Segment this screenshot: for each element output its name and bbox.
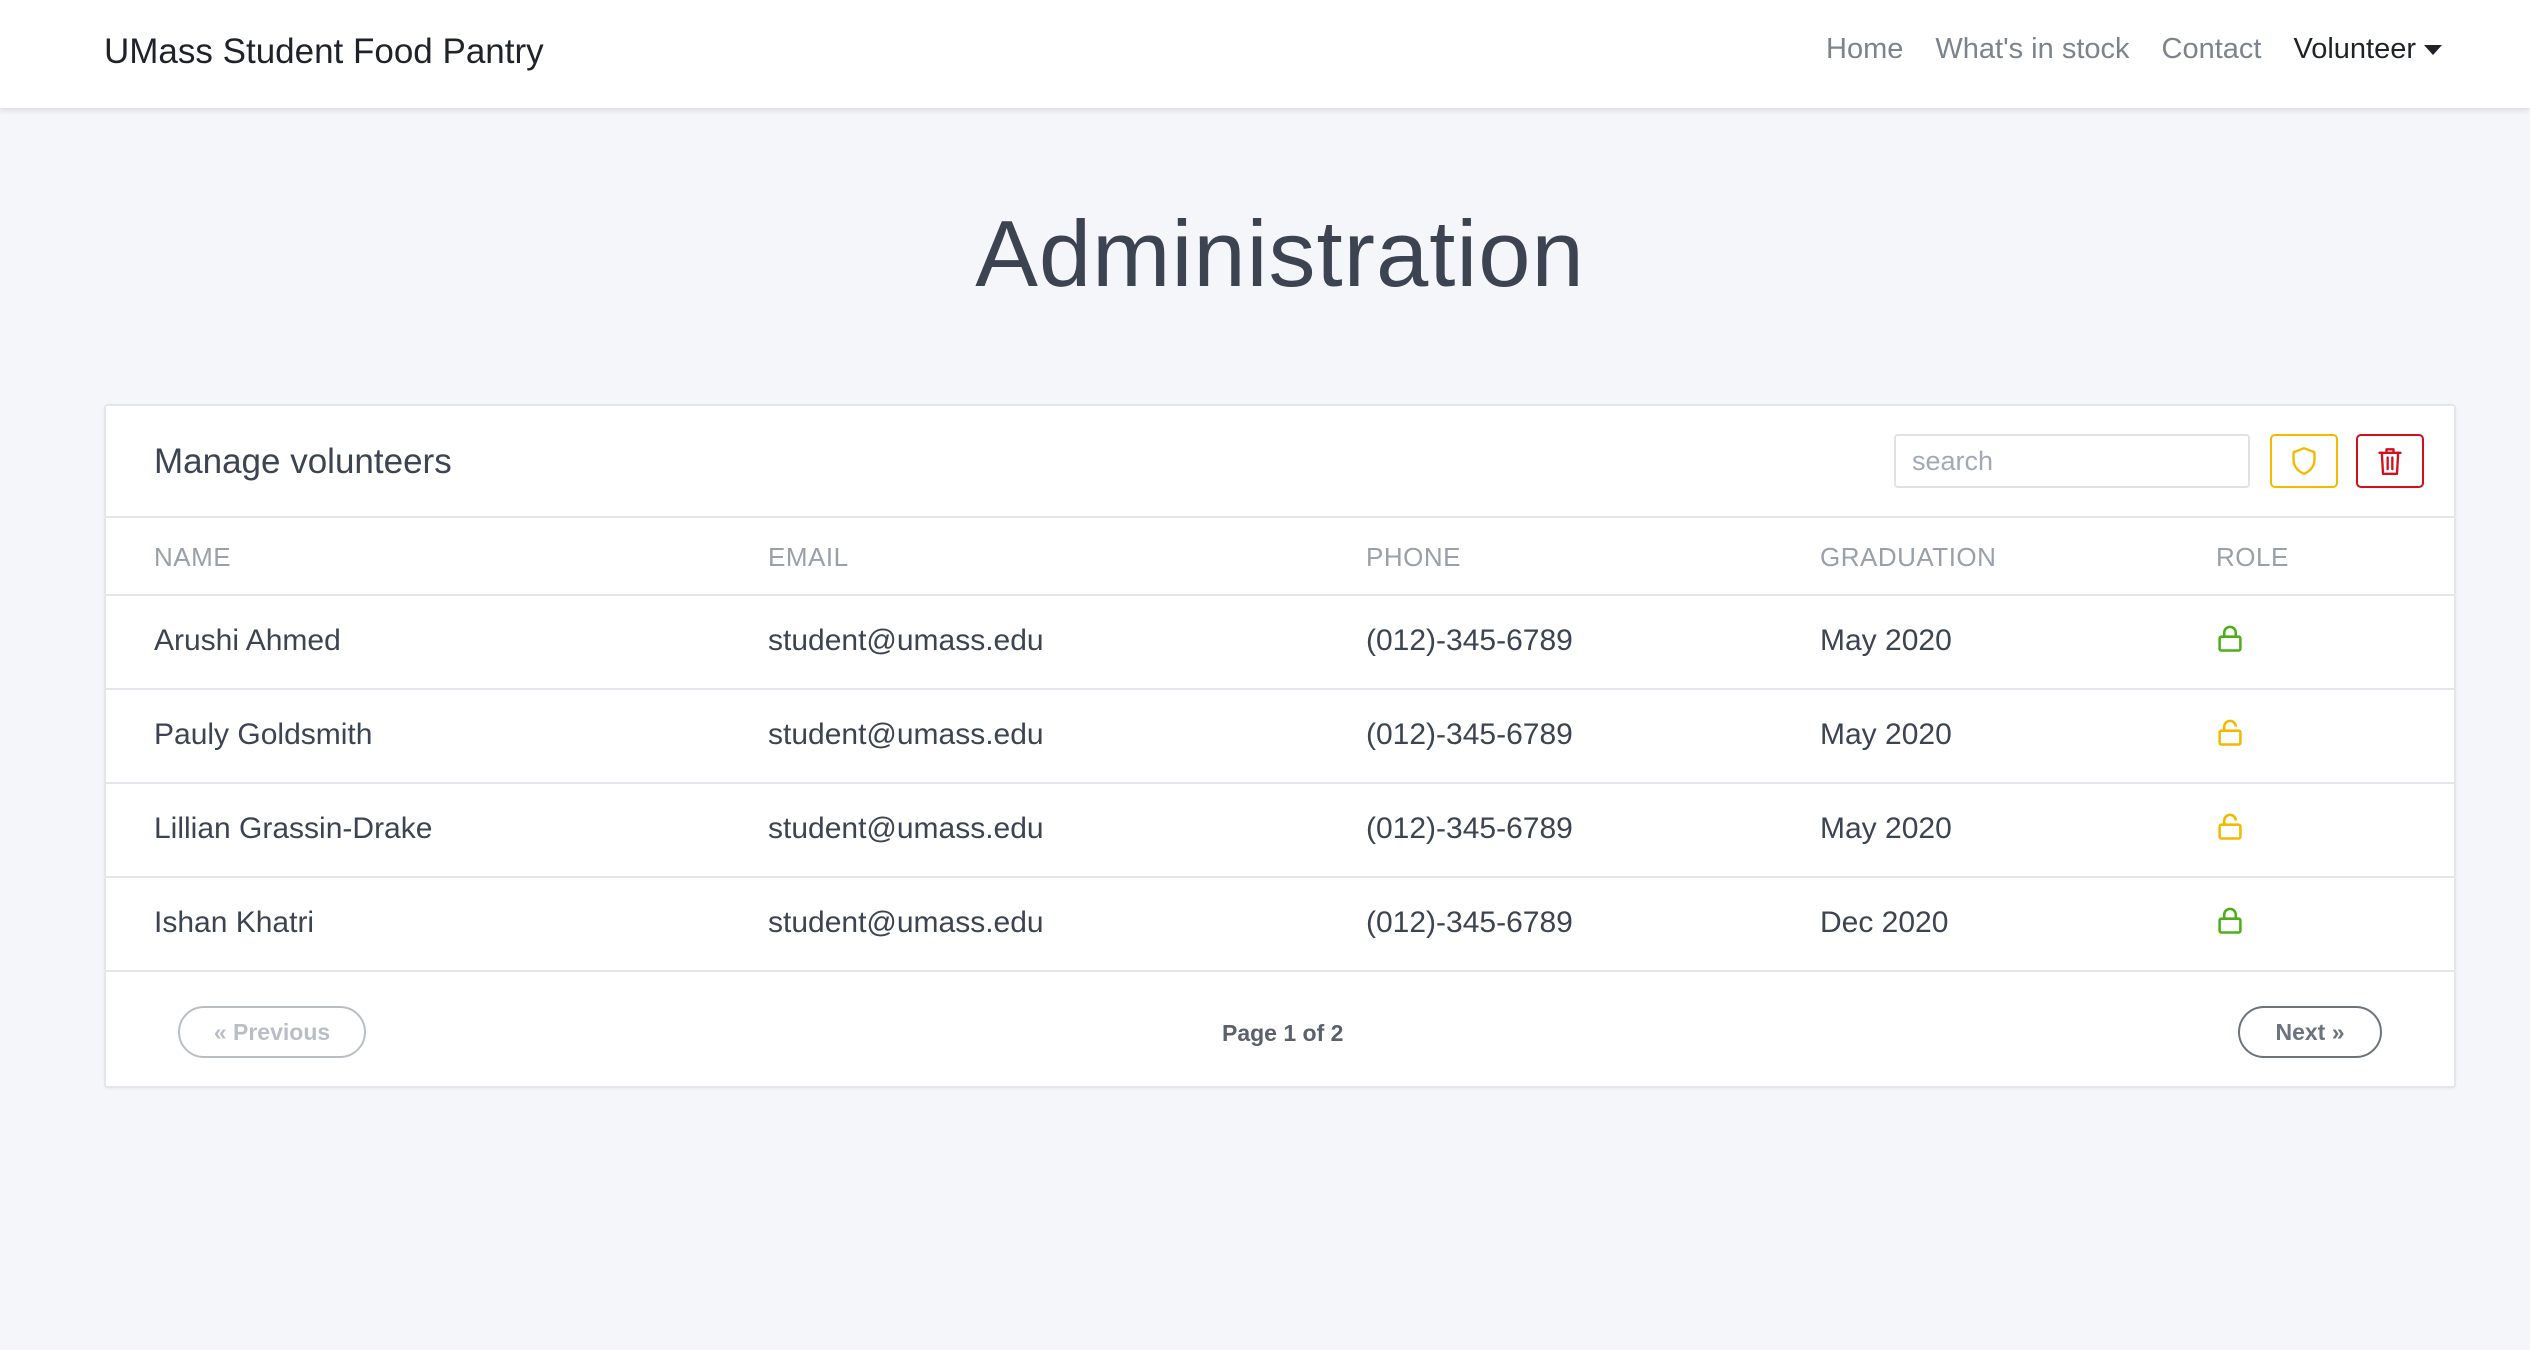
- shield-icon: [2292, 446, 2316, 475]
- table-row[interactable]: Ishan Khatri student@umass.edu (012)-345…: [106, 878, 2454, 972]
- pagination: « Previous Page 1 of 2 Next »: [106, 972, 2454, 1088]
- cell-graduation: May 2020: [1820, 624, 1952, 657]
- search-input[interactable]: [1896, 436, 2248, 486]
- cell-email: student@umass.edu: [768, 906, 1044, 939]
- cell-name: Ishan Khatri: [154, 906, 315, 939]
- column-header-role: ROLE: [2216, 542, 2289, 572]
- cell-phone: (012)-345-6789: [1366, 906, 1573, 939]
- cell-graduation: May 2020: [1820, 718, 1952, 751]
- cell-name: Pauly Goldsmith: [154, 718, 373, 751]
- cell-name: Lillian Grassin-Drake: [154, 812, 433, 845]
- nav-links: Home What's in stock Contact Volunteer: [1826, 33, 2442, 66]
- nav-stock-link[interactable]: What's in stock: [1935, 33, 2129, 66]
- card-title: Manage volunteers: [154, 442, 452, 481]
- table-header: NAME EMAIL PHONE GRADUATION ROLE: [106, 520, 2454, 596]
- lock-icon[interactable]: [2216, 624, 2244, 659]
- cell-phone: (012)-345-6789: [1366, 718, 1573, 751]
- trash-icon: [2378, 448, 2402, 475]
- nav-volunteer-label: Volunteer: [2293, 33, 2416, 65]
- caret-down-icon: [2424, 45, 2442, 56]
- brand-link[interactable]: UMass Student Food Pantry: [104, 32, 544, 72]
- page-indicator: Page 1 of 2: [1222, 1020, 1344, 1046]
- next-page-button[interactable]: Next »: [2238, 1006, 2382, 1058]
- card-header: Manage volunteers: [106, 406, 2454, 518]
- navbar: UMass Student Food Pantry Home What's in…: [0, 0, 2530, 108]
- lock-icon[interactable]: [2216, 906, 2244, 941]
- cell-graduation: Dec 2020: [1820, 906, 1949, 939]
- unlock-icon[interactable]: [2216, 718, 2244, 753]
- column-header-graduation: GRADUATION: [1820, 542, 1997, 572]
- nav-volunteer-dropdown[interactable]: Volunteer: [2293, 33, 2442, 66]
- table-row[interactable]: Lillian Grassin-Drake student@umass.edu …: [106, 784, 2454, 878]
- column-header-phone: PHONE: [1366, 542, 1461, 572]
- cell-email: student@umass.edu: [768, 812, 1044, 845]
- table-row[interactable]: Pauly Goldsmith student@umass.edu (012)-…: [106, 690, 2454, 784]
- cell-email: student@umass.edu: [768, 718, 1044, 751]
- cell-phone: (012)-345-6789: [1366, 812, 1573, 845]
- table-body: Arushi Ahmed student@umass.edu (012)-345…: [106, 596, 2454, 972]
- previous-page-button[interactable]: « Previous: [178, 1006, 366, 1058]
- table-row[interactable]: Arushi Ahmed student@umass.edu (012)-345…: [106, 596, 2454, 690]
- column-header-email: EMAIL: [768, 542, 849, 572]
- cell-graduation: May 2020: [1820, 812, 1952, 845]
- cell-name: Arushi Ahmed: [154, 624, 341, 657]
- search-group: [1894, 434, 2250, 488]
- manage-volunteers-card: Manage volunteers search NAME EMAIL PHON…: [104, 404, 2456, 1088]
- nav-home-link[interactable]: Home: [1826, 33, 1903, 66]
- nav-contact-link[interactable]: Contact: [2162, 33, 2262, 66]
- make-admin-button[interactable]: [2270, 434, 2338, 488]
- cell-phone: (012)-345-6789: [1366, 624, 1573, 657]
- column-header-name: NAME: [154, 542, 232, 572]
- unlock-icon[interactable]: [2216, 812, 2244, 847]
- delete-button[interactable]: [2356, 434, 2424, 488]
- page-title: Administration: [975, 201, 1585, 306]
- cell-email: student@umass.edu: [768, 624, 1044, 657]
